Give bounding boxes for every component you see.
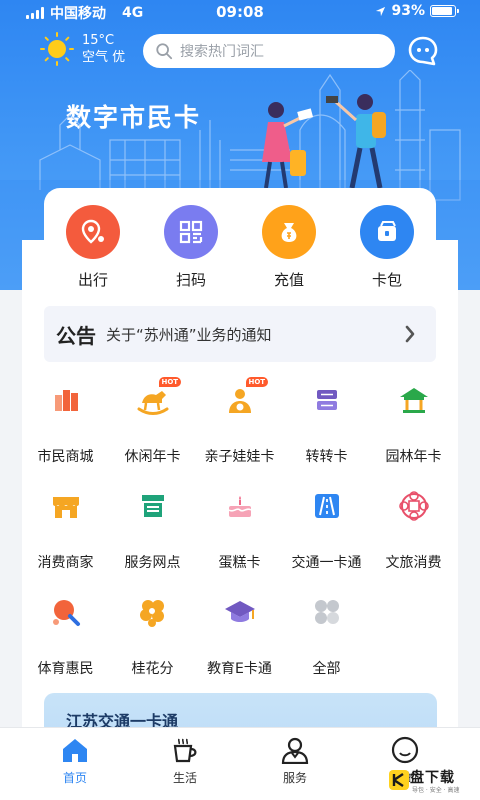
service-label: 市民商城: [37, 449, 94, 465]
search-placeholder: 搜索热门词汇: [180, 44, 264, 60]
service-item-leisure-card[interactable]: HOT 休闲年卡: [109, 377, 196, 486]
parent-child-icon: HOT: [220, 377, 269, 420]
chevron-right-icon: [405, 325, 415, 343]
service-item-garden-card[interactable]: 园林年卡: [370, 380, 457, 486]
announcement-bar[interactable]: 公告 关于“苏州通”业务的通知: [44, 306, 436, 362]
announcement-text: 关于“苏州通”业务的通知: [106, 325, 272, 344]
service-label: 亲子娃娃卡: [204, 449, 275, 465]
money-bag-icon: [262, 205, 316, 259]
quick-action-travel[interactable]: 出行: [44, 205, 142, 290]
service-item-service-points[interactable]: 服务网点: [109, 486, 196, 592]
service-label: 蛋糕卡: [218, 555, 261, 571]
shop-icon: [46, 486, 86, 526]
location-pin-icon: [66, 205, 120, 259]
quick-action-recharge[interactable]: 充值: [240, 205, 338, 290]
service-label: 服务网点: [124, 555, 181, 571]
service-item-all[interactable]: 全部: [283, 592, 370, 698]
service-label: 交通一卡通: [291, 555, 362, 571]
quick-action-label: 卡包: [371, 271, 402, 289]
hot-badge: HOT: [158, 377, 182, 387]
service-item-citizen-mall[interactable]: 市民商城: [22, 380, 109, 486]
quick-action-wallet[interactable]: 卡包: [338, 205, 436, 290]
all-grid-icon: [307, 592, 347, 632]
pavilion-icon: [394, 380, 434, 420]
quick-actions: 出行 扫码 充值 卡包: [44, 205, 436, 290]
service-item-merchants[interactable]: 消费商家: [22, 486, 109, 592]
sun-icon: [40, 32, 74, 66]
hot-badge: HOT: [245, 377, 269, 387]
service-item-parent-child-card[interactable]: HOT 亲子娃娃卡: [196, 377, 283, 486]
home-icon: [63, 739, 87, 762]
graduation-cap-icon: [220, 592, 260, 632]
quick-action-scan[interactable]: 扫码: [142, 205, 240, 290]
weather-widget[interactable]: 15°C 空气 优: [40, 32, 125, 66]
service-label: 转转卡: [305, 449, 348, 465]
kuai-logo-icon: [389, 770, 409, 790]
search-icon: [156, 43, 173, 60]
watermark-subtext: 导包 · 安全 · 高速: [412, 787, 460, 794]
ticket-icon: [307, 380, 347, 420]
coffee-cup-icon: [173, 738, 197, 763]
service-item-transport-card[interactable]: 交通一卡通: [283, 486, 370, 592]
watermark: 盘下载 导包 · 安全 · 高速: [388, 766, 476, 796]
service-label: 园林年卡: [385, 449, 442, 465]
smile-face-icon: [391, 736, 419, 764]
service-label: 消费商家: [37, 555, 94, 571]
qr-code-icon: [164, 205, 218, 259]
cake-icon: [220, 486, 260, 526]
message-button[interactable]: [406, 34, 440, 68]
service-item-education-card[interactable]: 教育E卡通: [196, 592, 283, 698]
service-label: 教育E卡通: [207, 661, 272, 677]
tab-services[interactable]: 服务: [265, 736, 325, 786]
tab-home[interactable]: 首页: [45, 736, 105, 786]
quick-action-label: 扫码: [175, 271, 206, 289]
service-item-sports[interactable]: 体育惠民: [22, 592, 109, 698]
tab-label: 服务: [282, 771, 307, 785]
location-arrow-icon: [376, 6, 386, 16]
announcement-tag: 公告: [56, 323, 96, 348]
mall-icon: [46, 380, 86, 420]
search-input[interactable]: 搜索热门词汇: [143, 34, 395, 68]
service-point-icon: [133, 486, 173, 526]
service-item-culture-tourism[interactable]: 文旅消费: [370, 486, 457, 592]
watermark-text: 盘下载: [410, 770, 455, 786]
air-quality: 空气 优: [82, 50, 126, 65]
service-item-cake-card[interactable]: 蛋糕卡: [196, 486, 283, 592]
rocking-horse-icon: HOT: [133, 377, 182, 420]
ping-pong-icon: [46, 592, 86, 632]
service-item-osmanthus-points[interactable]: 桂花分: [109, 592, 196, 698]
service-label: 休闲年卡: [124, 449, 181, 465]
culture-seal-icon: [394, 486, 434, 526]
osmanthus-icon: [133, 592, 173, 632]
services-grid: 市民商城 HOT 休闲年卡 HOT 亲子娃娃卡 转转卡 园林年卡 消费商家 服务…: [22, 377, 458, 698]
service-item-transfer-card[interactable]: 转转卡: [283, 380, 370, 486]
road-icon: [307, 486, 347, 526]
status-bar: 中国移动 4G 09:08 93%: [0, 0, 480, 24]
chat-bubble-icon: [408, 36, 438, 66]
quick-action-label: 充值: [273, 271, 304, 289]
tab-label: 首页: [62, 771, 87, 785]
weather-temperature: 15°C: [82, 33, 115, 48]
service-label: 桂花分: [131, 661, 174, 677]
wallet-icon: [360, 205, 414, 259]
service-label: 体育惠民: [37, 661, 94, 677]
battery-icon: [430, 5, 459, 17]
tab-label: 生活: [172, 771, 197, 785]
quick-action-label: 出行: [77, 271, 108, 289]
service-label: 全部: [312, 661, 341, 677]
battery-percent: 93%: [391, 3, 425, 19]
service-label: 文旅消费: [385, 555, 442, 571]
service-person-icon: [281, 737, 309, 764]
tab-life[interactable]: 生活: [155, 736, 215, 786]
